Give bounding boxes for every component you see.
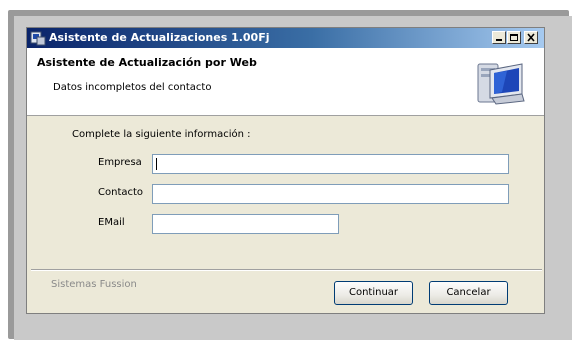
- cancel-button[interactable]: Cancelar: [429, 281, 508, 305]
- contacto-label: Contacto: [98, 187, 144, 198]
- minimize-icon: [496, 39, 502, 41]
- header-subtitle: Datos incompletos del contacto: [53, 82, 212, 93]
- maximize-button[interactable]: [507, 31, 521, 44]
- app-icon: [30, 30, 46, 46]
- wizard-header: Asistente de Actualización por Web Datos…: [27, 48, 544, 116]
- title-bar[interactable]: Asistente de Actualizaciones 1.00Fj: [27, 28, 544, 48]
- form-intro: Complete la siguiente información :: [72, 129, 251, 140]
- minimize-button[interactable]: [492, 31, 506, 44]
- empresa-field[interactable]: [152, 154, 509, 174]
- footer-divider-highlight: [31, 270, 542, 271]
- maximize-icon: [510, 34, 518, 41]
- computer-update-icon: [474, 54, 526, 110]
- update-wizard-window: Asistente de Actualizaciones 1.00Fj Asis…: [26, 27, 545, 314]
- close-button[interactable]: [524, 31, 538, 44]
- email-label: EMail: [98, 217, 125, 228]
- text-cursor: [156, 158, 157, 170]
- continue-button[interactable]: Continuar: [334, 281, 413, 305]
- close-icon: [527, 33, 535, 42]
- empresa-label: Empresa: [98, 157, 142, 168]
- email-field[interactable]: [152, 214, 339, 234]
- contacto-field[interactable]: [152, 184, 509, 204]
- header-title: Asistente de Actualización por Web: [37, 56, 257, 69]
- window-title: Asistente de Actualizaciones 1.00Fj: [49, 31, 270, 44]
- brand-label: Sistemas Fussion: [51, 279, 137, 290]
